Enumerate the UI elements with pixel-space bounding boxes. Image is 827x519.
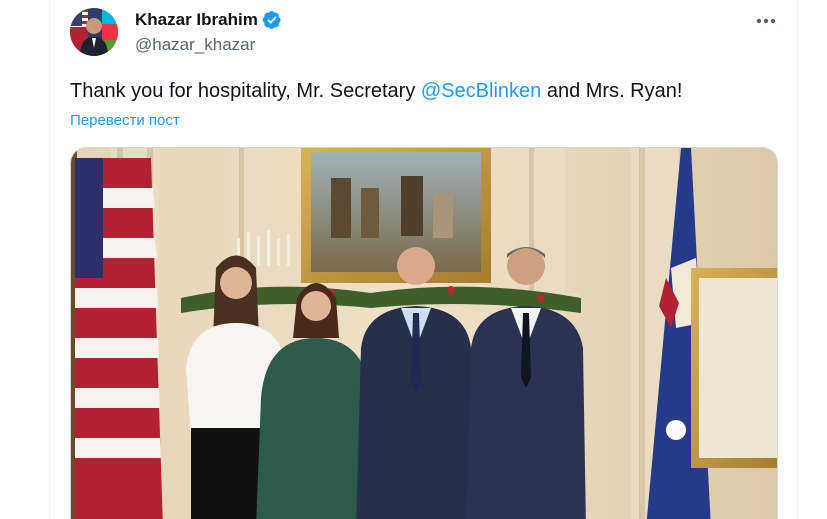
more-dots-icon xyxy=(756,18,776,24)
more-options-button[interactable] xyxy=(750,8,782,34)
author-name-row: Khazar Ibrahim xyxy=(135,10,282,30)
tweet-photo[interactable] xyxy=(70,147,778,519)
tweet: Khazar Ibrahim @hazar_khazar Thank you f… xyxy=(50,0,797,519)
tweet-text-before: Thank you for hospitality, Mr. Secretary xyxy=(70,80,421,102)
author-avatar[interactable] xyxy=(70,8,118,56)
tweet-text: Thank you for hospitality, Mr. Secretary… xyxy=(70,78,682,104)
author-display-name[interactable]: Khazar Ibrahim xyxy=(135,10,258,30)
photo-image xyxy=(71,148,777,519)
tweet-text-after: and Mrs. Ryan! xyxy=(541,80,683,102)
avatar-image xyxy=(70,8,118,56)
translate-post-link[interactable]: Перевести пост xyxy=(70,112,180,129)
verified-badge-icon[interactable] xyxy=(262,10,282,30)
mention-link[interactable]: @SecBlinken xyxy=(421,80,541,102)
author-handle[interactable]: @hazar_khazar xyxy=(135,35,255,55)
timeline-border-right xyxy=(797,0,798,519)
